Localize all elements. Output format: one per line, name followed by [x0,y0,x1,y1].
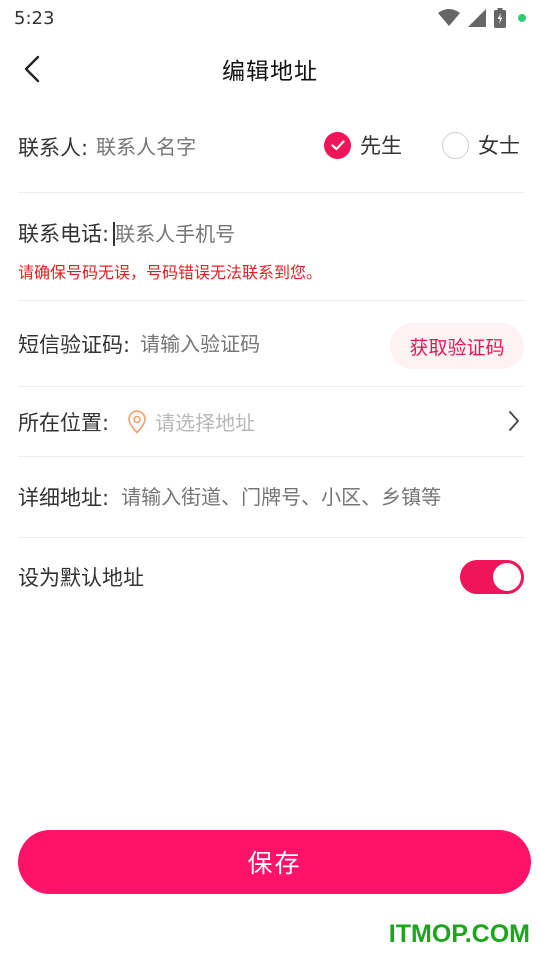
default-address-toggle[interactable] [460,560,524,594]
sms-code-row: 短信验证码: 获取验证码 [18,301,524,387]
wifi-icon [438,9,460,26]
location-row[interactable]: 所在位置: 请选择地址 [18,387,524,457]
battery-icon [494,8,506,28]
gender-male-option[interactable]: 先生 [324,130,402,160]
nav-bar: 编辑地址 [0,36,540,102]
location-placeholder: 请选择地址 [155,411,256,435]
back-button[interactable] [14,51,50,87]
location-label: 所在位置: [18,410,110,435]
contact-name-row: 联系人: 先生 女士 [18,102,524,193]
sms-code-label: 短信验证码: [18,332,131,357]
status-bar: 5:23 [0,0,540,36]
save-button[interactable]: 保存 [18,830,531,894]
detail-address-row: 详细地址: [18,457,524,538]
page-title: 编辑地址 [222,59,318,85]
radio-checked-icon [324,131,351,159]
detail-address-label: 详细地址: [18,486,110,510]
address-form: 联系人: 先生 女士 联系电话: 请确保号码无误，号码错误无法联系到您。 短信验… [18,102,524,616]
default-address-row: 设为默认地址 [18,538,524,616]
watermark-logo: ITMOP.COM [388,920,530,948]
notification-dot-icon [518,14,526,22]
phone-warning-text: 请确保号码无误，号码错误无法联系到您。 [18,263,323,282]
contact-name-input[interactable] [96,135,277,159]
sms-code-input[interactable] [140,331,321,356]
chevron-left-icon [24,55,40,83]
toggle-knob [493,563,521,591]
chevron-right-icon [509,411,519,431]
location-pin-icon [127,409,147,434]
status-icons [438,8,526,28]
radio-unchecked-icon [442,131,469,159]
status-time: 5:23 [14,7,55,29]
signal-icon [468,9,486,27]
phone-input[interactable] [115,219,316,249]
gender-female-option[interactable]: 女士 [442,130,520,160]
contact-name-label: 联系人: [18,136,89,160]
get-code-button[interactable]: 获取验证码 [390,323,524,369]
phone-label: 联系电话: [18,222,110,246]
gender-female-label: 女士 [478,134,520,158]
phone-row: 联系电话: 请确保号码无误，号码错误无法联系到您。 [18,193,524,301]
detail-address-input[interactable] [121,485,492,509]
gender-male-label: 先生 [360,134,402,158]
default-address-label: 设为默认地址 [18,566,144,590]
